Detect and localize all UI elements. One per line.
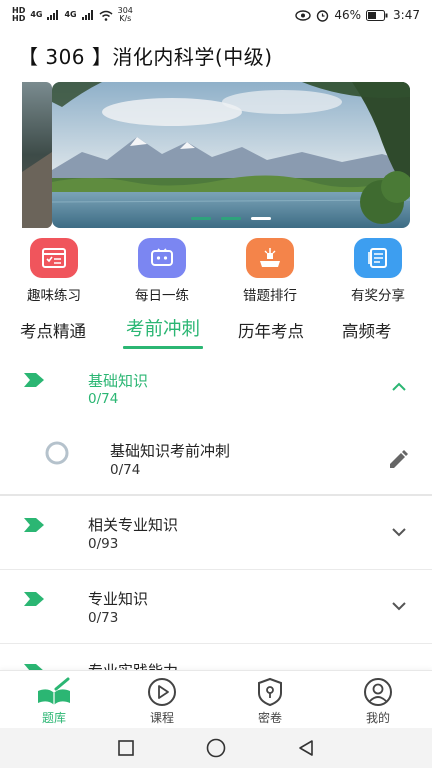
user-icon	[364, 678, 392, 706]
header: 【 306 】消化内科学(中级)	[0, 30, 432, 80]
daily-practice-icon	[138, 238, 186, 278]
nav-label: 我的	[365, 711, 390, 725]
signal-label-1: 4G	[30, 10, 43, 19]
hd-indicator: HD HD	[12, 7, 25, 23]
chevron-down-icon[interactable]	[390, 523, 408, 541]
chapter-flag-icon	[24, 592, 44, 606]
bottom-navigation: 题库 课程 密卷 我的	[0, 670, 432, 728]
status-bar: HD HD 4G 4G 304 K/s 46% 3:47	[0, 0, 432, 30]
tab-label: 高频考	[342, 322, 392, 341]
chapter-title: 基础知识	[88, 372, 149, 390]
clock-time: 3:47	[393, 8, 420, 22]
play-circle-icon	[148, 678, 176, 706]
active-tab-indicator	[123, 346, 204, 349]
back-icon[interactable]	[297, 739, 315, 757]
quick-label: 错题排行	[243, 288, 297, 304]
banner-prev-image	[22, 82, 52, 228]
tab-label: 历年考点	[238, 322, 305, 341]
wrong-ranking-icon	[246, 238, 294, 278]
quick-reward-share[interactable]: 有奖分享	[328, 238, 428, 308]
chapter-related-knowledge[interactable]: 相关专业知识 0/93	[0, 496, 432, 570]
chapter-progress: 0/93	[88, 536, 119, 552]
chapter-progress: 0/73	[88, 610, 119, 626]
lock-shield-icon	[258, 677, 282, 707]
carousel-dot[interactable]	[221, 217, 241, 220]
signal-bars-icon	[81, 10, 93, 20]
tab-past-exams[interactable]: 历年考点	[238, 310, 304, 342]
quick-label: 每日一练	[135, 288, 189, 304]
quick-label: 有奖分享	[351, 288, 405, 304]
wifi-icon	[99, 10, 113, 21]
hd-label-2: HD	[12, 14, 26, 23]
progress-circle-icon	[45, 441, 69, 465]
carousel-indicator	[52, 217, 410, 220]
nav-label: 课程	[149, 711, 174, 725]
quick-actions: 趣味练习 每日一练 错题排行 有奖分享	[0, 238, 432, 308]
chapter-progress: 0/74	[88, 391, 119, 407]
carousel-dot[interactable]	[191, 217, 211, 220]
tab-label: 考点精通	[20, 322, 86, 341]
banner-previous-slide[interactable]	[22, 82, 52, 228]
question-bank-icon	[38, 677, 70, 705]
chapter-basic-knowledge[interactable]: 基础知识 0/74	[0, 356, 432, 422]
home-icon[interactable]	[205, 737, 227, 759]
nav-secret-papers[interactable]: 密卷	[220, 671, 320, 728]
chapter-list: 基础知识 0/74 基础知识考前冲刺 0/74 相关专业知识 0/93 专业知识…	[0, 356, 432, 670]
section-basic-knowledge-sprint[interactable]: 基础知识考前冲刺 0/74	[0, 422, 432, 496]
section-title: 基础知识考前冲刺	[110, 442, 231, 460]
reward-share-icon	[354, 238, 402, 278]
chapter-professional-knowledge[interactable]: 专业知识 0/73	[0, 570, 432, 644]
chapter-title: 专业知识	[88, 590, 149, 608]
chapter-title: 专业实践能力	[88, 660, 178, 670]
nav-label: 题库	[41, 711, 66, 725]
net-speed: 304 K/s	[118, 7, 133, 23]
tab-high-frequency[interactable]: 高频考	[342, 310, 392, 342]
chapter-title: 相关专业知识	[88, 516, 179, 534]
chapter-flag-icon	[24, 373, 44, 387]
carousel-dot-active[interactable]	[251, 217, 271, 220]
quick-wrong-ranking[interactable]: 错题排行	[220, 238, 320, 308]
banner-carousel[interactable]	[0, 82, 432, 228]
recent-apps-icon[interactable]	[117, 739, 135, 757]
page-title: 【 306 】消化内科学(中级)	[18, 44, 273, 69]
chevron-down-icon[interactable]	[390, 597, 408, 615]
alarm-icon	[317, 9, 329, 22]
tab-final-sprint[interactable]: 考前冲刺	[123, 310, 204, 349]
nav-question-bank[interactable]: 题库	[4, 671, 104, 728]
chapter-flag-icon	[24, 518, 44, 532]
chevron-up-icon[interactable]	[390, 378, 408, 396]
battery-percent: 46%	[334, 8, 362, 22]
net-speed-unit: K/s	[119, 14, 132, 23]
chapter-professional-practice[interactable]: 专业实践能力	[0, 644, 432, 670]
quick-label: 趣味练习	[27, 288, 81, 304]
banner-landscape-image	[52, 82, 410, 228]
banner-slide[interactable]	[52, 82, 410, 228]
nav-label: 密卷	[257, 711, 282, 725]
system-navigation-bar	[0, 728, 432, 768]
tab-key-points[interactable]: 考点精通	[20, 310, 86, 342]
nav-profile[interactable]: 我的	[328, 671, 428, 728]
eye-icon	[295, 9, 312, 21]
section-progress: 0/74	[110, 462, 141, 478]
quick-fun-practice[interactable]: 趣味练习	[4, 238, 104, 308]
nav-courses[interactable]: 课程	[112, 671, 212, 728]
edit-pencil-icon[interactable]	[386, 448, 410, 472]
signal-bars-icon	[47, 10, 59, 20]
tab-label: 考前冲刺	[126, 319, 201, 340]
category-tabs: 考点精通 考前冲刺 历年考点 高频考	[0, 310, 432, 354]
fun-practice-icon	[30, 238, 78, 278]
battery-icon	[366, 9, 388, 21]
quick-daily-practice[interactable]: 每日一练	[112, 238, 212, 308]
signal-label-2: 4G	[64, 10, 77, 19]
